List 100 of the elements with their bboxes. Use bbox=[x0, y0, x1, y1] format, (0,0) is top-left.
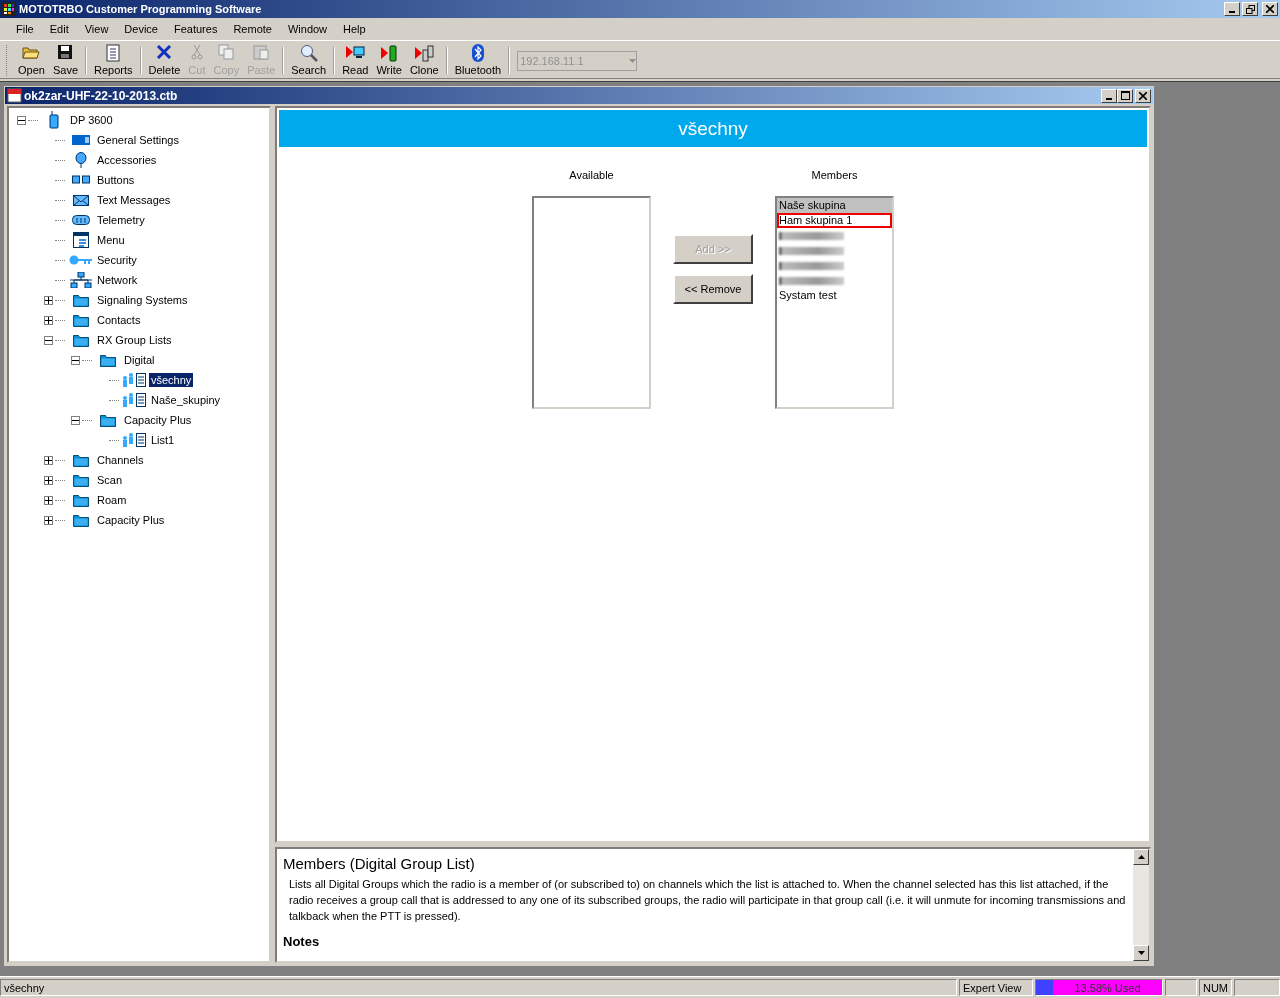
key-icon bbox=[69, 255, 93, 265]
report-icon bbox=[106, 44, 121, 62]
expand-toggle[interactable] bbox=[44, 475, 53, 485]
help-title: Members (Digital Group List) bbox=[283, 855, 476, 872]
tree-item[interactable]: RX Group Lists bbox=[95, 333, 174, 347]
tree-item[interactable]: Accessories bbox=[95, 153, 159, 167]
tree-item[interactable]: Capacity Plus bbox=[122, 413, 194, 427]
menu-title[interactable]: Remote bbox=[225, 21, 280, 37]
remove-button[interactable]: << Remove bbox=[673, 274, 753, 304]
folder-icon bbox=[73, 333, 89, 347]
tree-item[interactable]: Telemetry bbox=[95, 213, 147, 227]
menu-title[interactable]: Device bbox=[116, 21, 166, 37]
tree-item[interactable]: Network bbox=[95, 273, 140, 287]
tree-item[interactable]: Buttons bbox=[95, 173, 137, 187]
write-button[interactable]: Write bbox=[372, 43, 406, 78]
list-caption: Members bbox=[811, 169, 858, 181]
menu-title[interactable]: File bbox=[8, 21, 42, 37]
maximize-button[interactable] bbox=[1117, 88, 1133, 103]
tree-item[interactable]: General Settings bbox=[95, 133, 181, 147]
cross-icon bbox=[156, 44, 173, 60]
plus-icon bbox=[45, 496, 52, 504]
app-icon bbox=[2, 2, 16, 16]
collapse-toggle[interactable] bbox=[71, 355, 80, 365]
arrow-to-radios-icon bbox=[414, 44, 435, 62]
speaker-mic-icon bbox=[74, 152, 88, 168]
tree-item[interactable]: List1 bbox=[149, 433, 177, 447]
group-list-icon bbox=[122, 392, 148, 408]
tree-item[interactable]: Naše_skupiny bbox=[149, 393, 223, 407]
close-button[interactable] bbox=[1135, 88, 1151, 103]
expand-toggle[interactable] bbox=[44, 455, 53, 465]
minimize-button[interactable] bbox=[1101, 88, 1117, 103]
maximize-icon bbox=[1120, 91, 1130, 100]
group-list-icon bbox=[122, 372, 148, 388]
tree-item[interactable]: všechny bbox=[149, 373, 194, 387]
tree-item[interactable]: Channels bbox=[95, 453, 146, 467]
save-button[interactable]: Save bbox=[48, 43, 82, 78]
menu-title[interactable]: Window bbox=[279, 21, 336, 37]
expand-toggle[interactable] bbox=[44, 315, 53, 325]
close-button[interactable] bbox=[1262, 2, 1278, 16]
list-item[interactable]: Systam test bbox=[777, 288, 892, 303]
tree-item[interactable]: Menu bbox=[95, 233, 127, 247]
bluetooth-button[interactable]: Bluetooth bbox=[450, 43, 506, 78]
list-item[interactable]: Naše skupina bbox=[777, 198, 892, 213]
menu-title[interactable]: View bbox=[76, 21, 117, 37]
blurred-entry bbox=[779, 262, 844, 271]
expand-toggle[interactable] bbox=[44, 495, 53, 505]
tree-item[interactable]: Security bbox=[95, 253, 139, 267]
available-list[interactable] bbox=[532, 196, 651, 409]
minimize-icon bbox=[1106, 97, 1112, 100]
scissors-icon bbox=[190, 44, 203, 60]
tree-item[interactable]: Text Messages bbox=[95, 193, 173, 207]
folder-icon bbox=[73, 493, 89, 507]
tree-item[interactable]: Roam bbox=[95, 493, 129, 507]
clipboard-icon bbox=[253, 44, 270, 60]
open-button[interactable]: Open bbox=[14, 43, 49, 78]
down-arrow-icon bbox=[1137, 951, 1145, 955]
blurred-entry bbox=[779, 277, 844, 286]
search-button[interactable]: Search bbox=[287, 43, 331, 78]
restore-button[interactable] bbox=[1242, 2, 1258, 16]
plus-icon bbox=[45, 476, 52, 484]
list-item[interactable]: Ham skupina 1 bbox=[777, 213, 892, 228]
menu-title[interactable]: Features bbox=[166, 21, 226, 37]
panel-header: všechny bbox=[279, 110, 1147, 147]
menu-title[interactable]: Edit bbox=[41, 21, 77, 37]
tree-item[interactable]: Scan bbox=[95, 473, 125, 487]
minimize-button[interactable] bbox=[1224, 2, 1240, 16]
folder-icon bbox=[73, 473, 89, 487]
usage-label: 13.58% Used bbox=[1073, 980, 1142, 995]
delete-button[interactable]: Delete bbox=[144, 43, 185, 78]
expand-toggle[interactable] bbox=[44, 295, 53, 305]
blurred-entry bbox=[779, 247, 844, 256]
view-mode-text: Expert View bbox=[958, 979, 1033, 996]
collapse-toggle[interactable] bbox=[44, 335, 53, 345]
restore-icon bbox=[1245, 4, 1255, 14]
clone-button[interactable]: Clone bbox=[405, 43, 443, 78]
minimize-icon bbox=[1229, 11, 1235, 13]
reports-button[interactable]: Reports bbox=[90, 43, 137, 78]
group-list-icon bbox=[122, 432, 148, 448]
tree-item[interactable]: Digital bbox=[122, 353, 157, 367]
telemetry-icon bbox=[72, 215, 90, 225]
list-caption: Available bbox=[569, 169, 614, 181]
folder-icon bbox=[100, 413, 116, 427]
members-list[interactable]: Naše skupina Ham skupina 1 Systam test bbox=[775, 196, 894, 409]
vertical-scrollbar[interactable] bbox=[1133, 849, 1149, 961]
collapse-toggle[interactable] bbox=[17, 115, 26, 125]
copy-icon bbox=[218, 44, 235, 60]
collapse-toggle[interactable] bbox=[71, 415, 80, 425]
status-text: všechny bbox=[4, 981, 45, 994]
tree-item[interactable]: Contacts bbox=[95, 313, 143, 327]
read-button[interactable]: Read bbox=[338, 43, 373, 78]
tree-item[interactable]: DP 3600 bbox=[68, 113, 115, 127]
status-panel bbox=[1164, 979, 1197, 996]
expand-toggle[interactable] bbox=[44, 515, 53, 525]
tree-item[interactable]: Signaling Systems bbox=[95, 293, 190, 307]
plus-icon bbox=[45, 296, 52, 304]
menu-title[interactable]: Help bbox=[335, 21, 374, 37]
radio-icon bbox=[49, 111, 59, 129]
tree-item[interactable]: Capacity Plus bbox=[95, 513, 167, 527]
network-icon bbox=[70, 272, 92, 288]
folder-icon bbox=[73, 453, 89, 467]
